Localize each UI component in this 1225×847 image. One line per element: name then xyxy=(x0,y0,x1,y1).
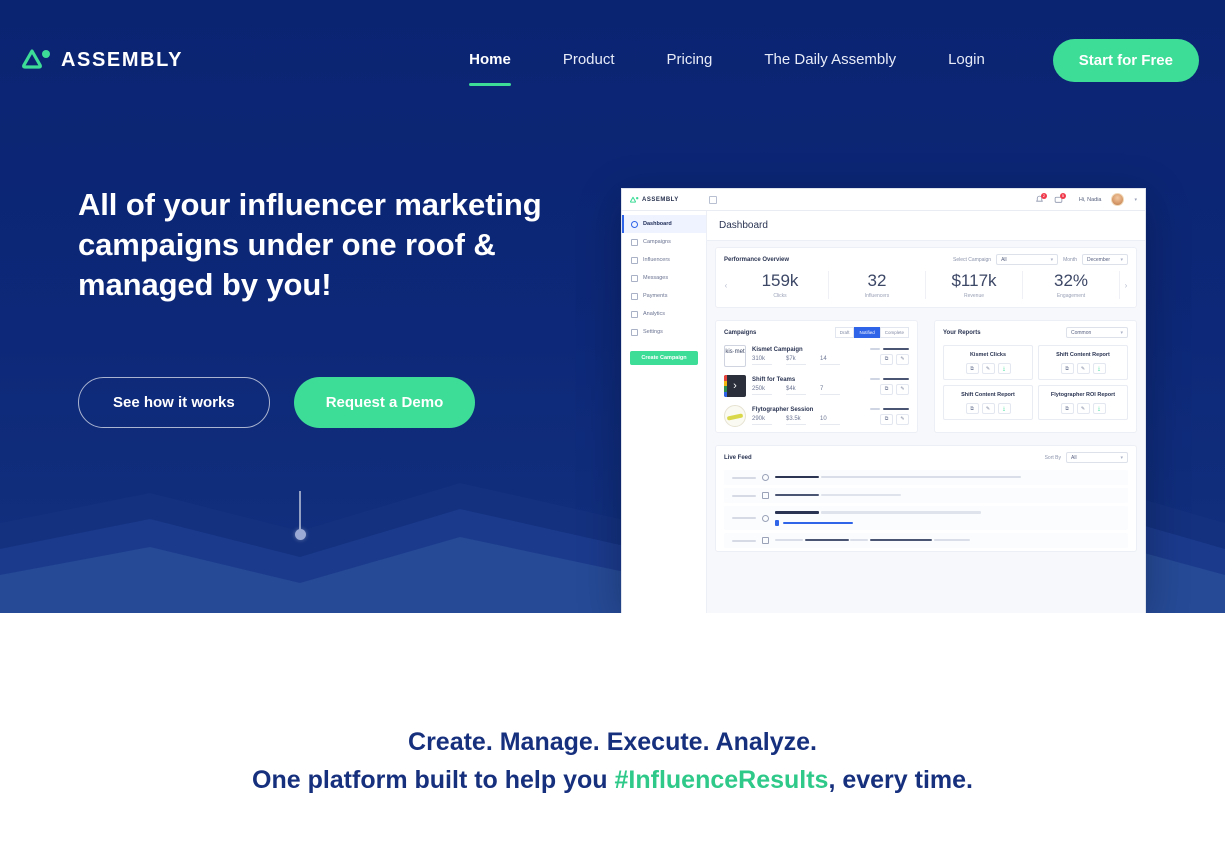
sort-by-label: Sort By xyxy=(1044,454,1061,461)
feed-text-placeholder xyxy=(775,475,1120,481)
chevron-down-icon: ▾ xyxy=(1120,454,1123,461)
nav-item-pricing[interactable]: Pricing xyxy=(641,40,739,80)
search-icon xyxy=(762,474,769,481)
feed-item[interactable] xyxy=(724,470,1128,485)
calendar-icon xyxy=(762,492,769,499)
request-a-demo-button[interactable]: Request a Demo xyxy=(293,377,476,428)
feed-timestamp-placeholder xyxy=(732,517,756,519)
nav-links: Home Product Pricing The Daily Assembly … xyxy=(443,38,1199,86)
hero-buttons: See how it works Request a Demo xyxy=(78,377,598,428)
nav-item-login[interactable]: Login xyxy=(922,40,1011,80)
tagline-section: Create. Manage. Execute. Analyze. One pl… xyxy=(0,613,1225,799)
feed-item[interactable] xyxy=(724,533,1128,548)
feed-item[interactable] xyxy=(724,488,1128,503)
feed-item[interactable] xyxy=(724,506,1128,530)
see-how-it-works-button[interactable]: See how it works xyxy=(78,377,270,428)
feed-text-placeholder xyxy=(775,538,1120,544)
nav-item-the-daily-assembly[interactable]: The Daily Assembly xyxy=(738,40,922,80)
sort-by-value: All xyxy=(1071,454,1077,461)
scroll-pin-marker xyxy=(295,491,306,540)
assembly-triangle-logo-icon xyxy=(22,49,50,69)
live-feed-card: Live Feed Sort By All ▾ xyxy=(715,445,1137,552)
sort-by-dropdown[interactable]: All ▾ xyxy=(1066,452,1128,463)
attachment-icon xyxy=(775,520,779,526)
live-feed-header: Live Feed Sort By All ▾ xyxy=(716,446,1136,467)
tagline-line-1: Create. Manage. Execute. Analyze. xyxy=(408,728,817,756)
hero-section: ASSEMBLY Home Product Pricing The Daily … xyxy=(0,0,1225,613)
nav-item-home[interactable]: Home xyxy=(443,40,537,86)
feed-timestamp-placeholder xyxy=(732,539,756,542)
live-feed-title: Live Feed xyxy=(724,454,752,461)
feed-timestamp-placeholder xyxy=(732,494,756,497)
search-icon xyxy=(762,514,769,522)
hero-content: All of your influencer marketing campaig… xyxy=(0,120,1225,428)
feed-text-placeholder xyxy=(775,510,1120,526)
start-for-free-button[interactable]: Start for Free xyxy=(1052,38,1199,82)
calendar-icon xyxy=(762,537,769,544)
hero-headline: All of your influencer marketing campaig… xyxy=(78,187,542,302)
brand-logo[interactable]: ASSEMBLY xyxy=(22,48,183,72)
tagline-hashtag: #InfluenceResults xyxy=(614,766,829,794)
feed-text-placeholder xyxy=(775,493,1120,499)
tagline-prefix: One platform built to help you xyxy=(252,766,615,794)
tagline-suffix: , every time. xyxy=(828,766,973,794)
brand-name: ASSEMBLY xyxy=(61,48,184,71)
top-navigation-bar: ASSEMBLY Home Product Pricing The Daily … xyxy=(0,0,1225,120)
nav-item-product[interactable]: Product xyxy=(537,40,641,80)
feed-timestamp-placeholder xyxy=(732,476,756,479)
tagline-line-2: One platform built to help you #Influenc… xyxy=(0,761,1225,799)
